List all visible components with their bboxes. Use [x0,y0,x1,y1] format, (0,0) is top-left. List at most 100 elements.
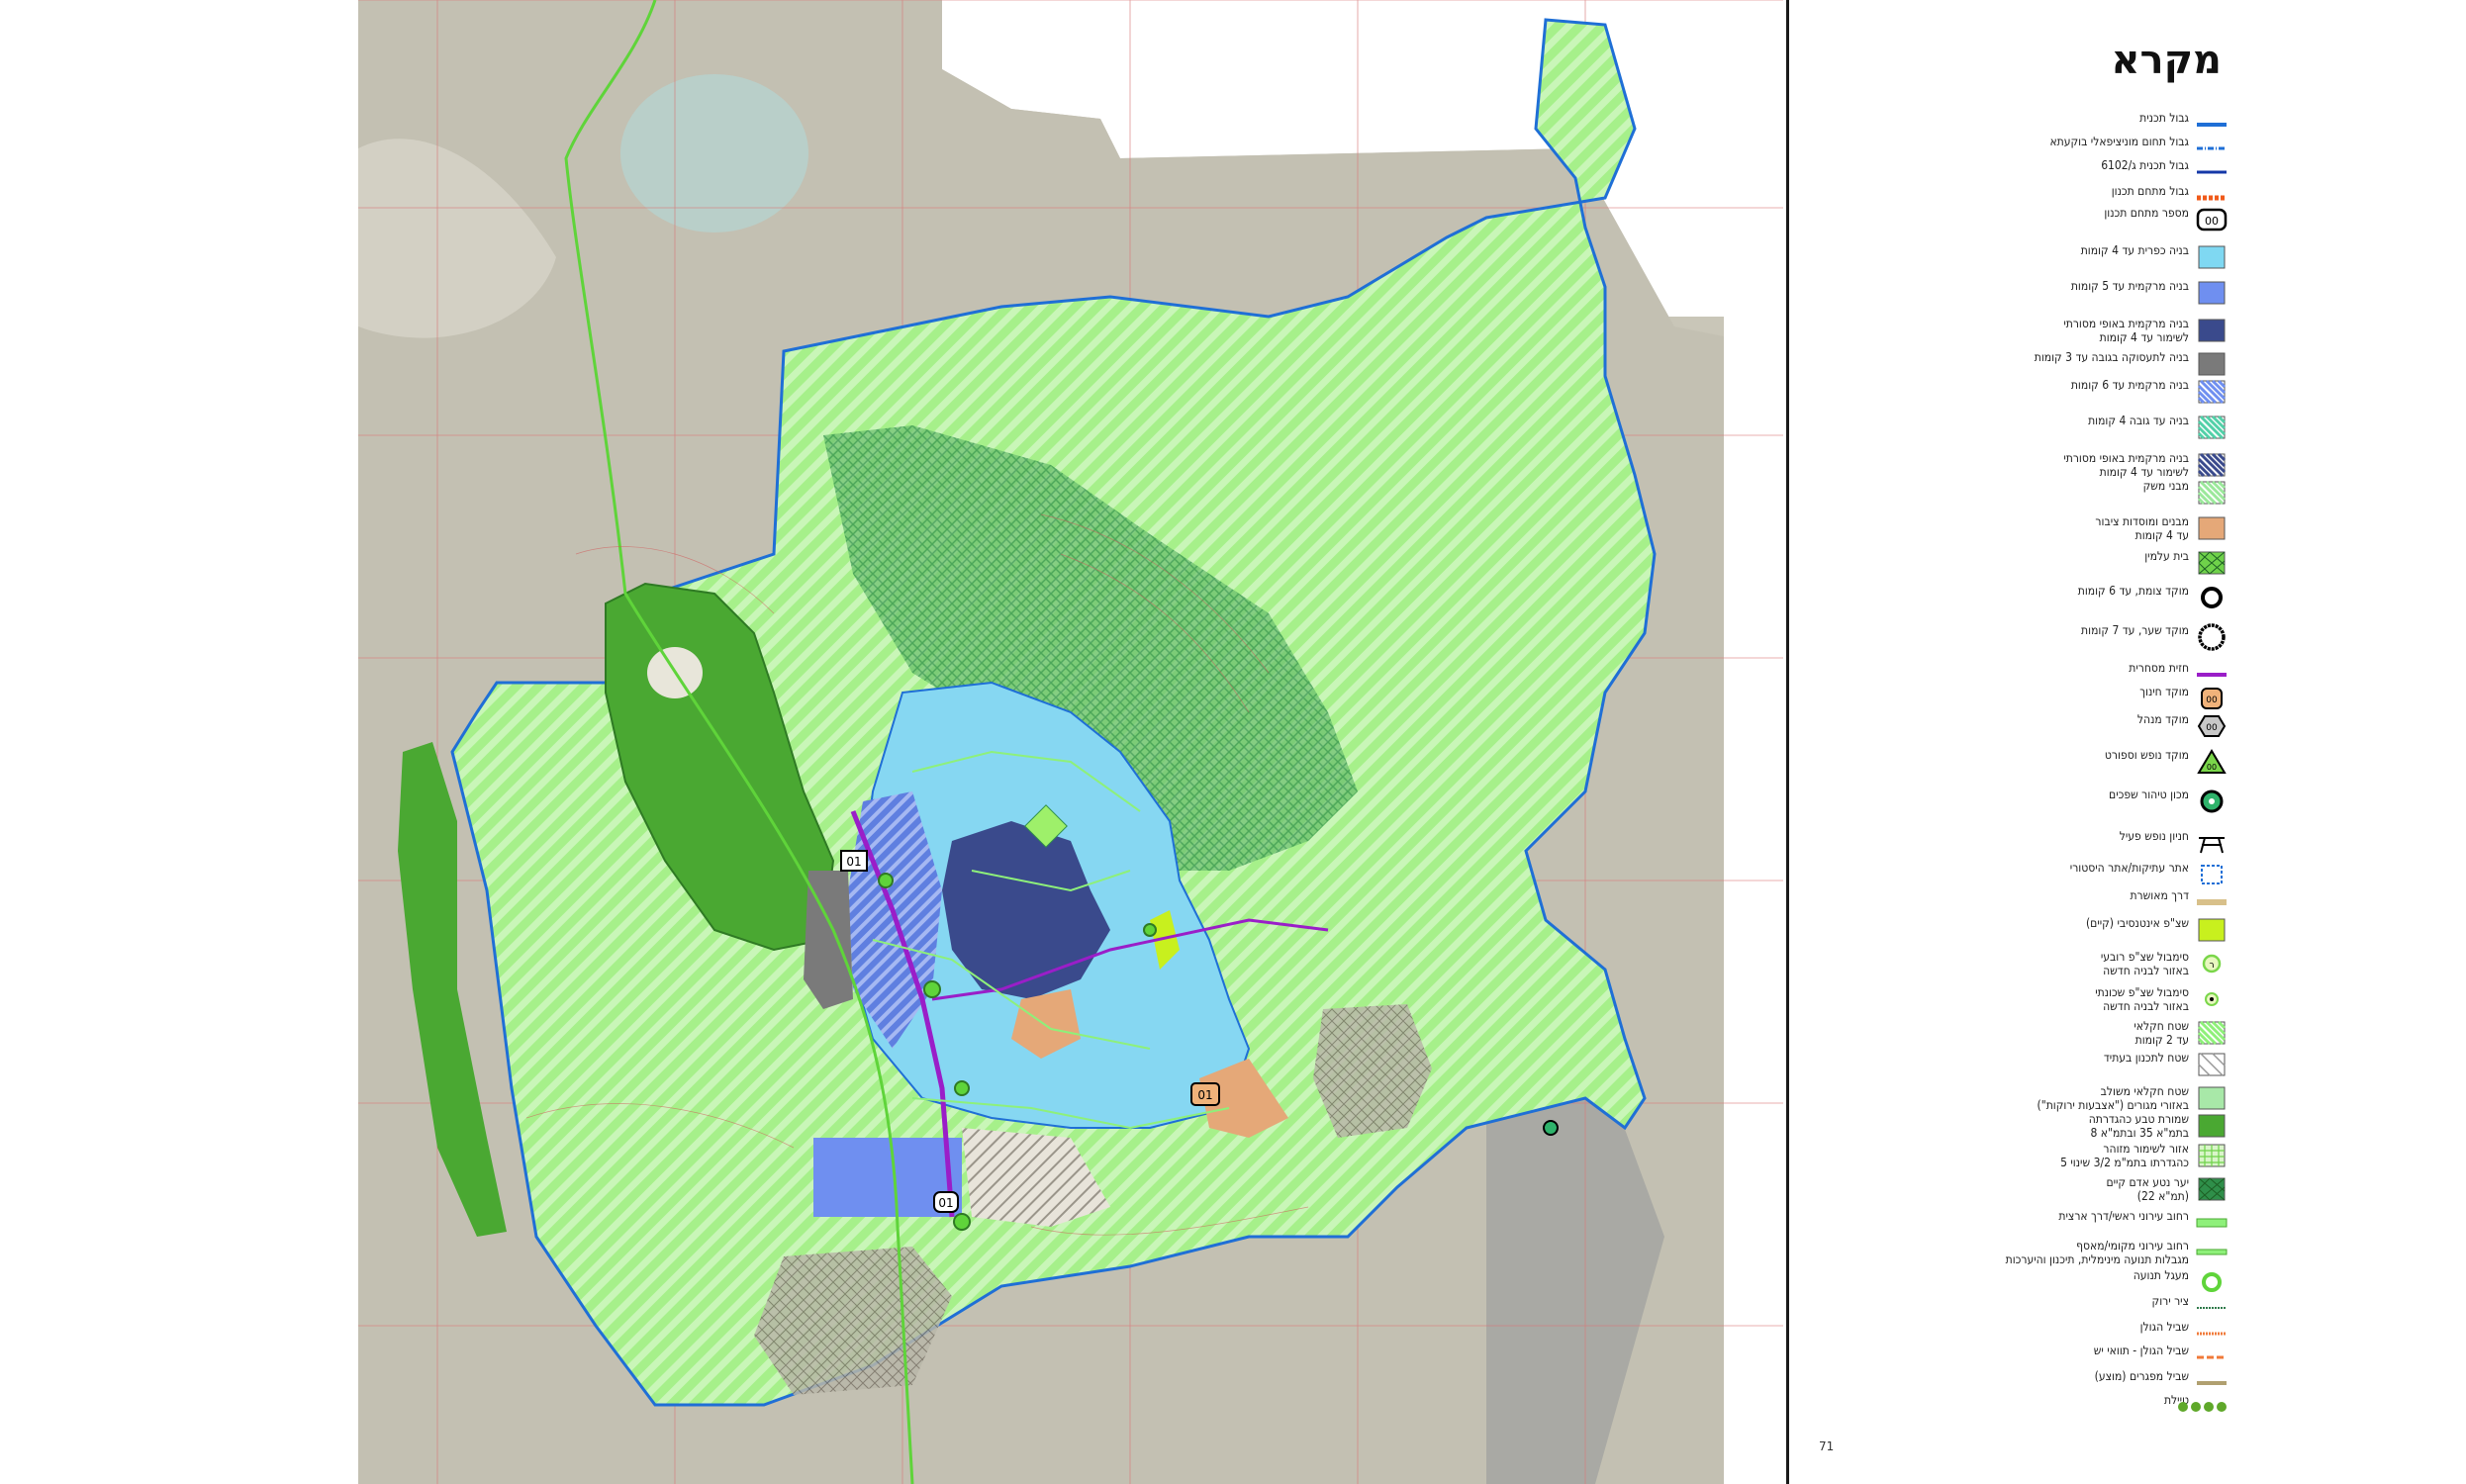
legend-item-label: סימבול שצ"פ רובעי באזור לבניה חדשה [2100,950,2189,977]
legend-item: בניה עד גובה 4 קומות [1789,414,2274,445]
legend-item-label: אזור לשימור מזוהר כהגדרתו בתמ"מ 3/2 שינו… [2060,1142,2189,1169]
legend-item-label: חניון נופש פעיל [2119,829,2189,843]
legend-item: בית עלמין [1789,549,2274,581]
swatch-icon [2195,1112,2229,1140]
legend-item: שמורת טבע כהגדרתה בתמ"א 35 ובתמ"א 8 [1789,1112,2274,1144]
hatched-swatch-icon [2195,1019,2229,1047]
ring-icon [2195,584,2229,611]
dotted-swatch-icon [2195,1084,2229,1112]
zone-number-box-icon: 00 [2195,206,2229,233]
legend-item-label: מוקד צומת, עד 6 קומות [2077,584,2189,598]
legend-item-label: רחוב עירוני ראשי/דרך ארצית [2058,1209,2189,1223]
swatch-icon [2195,243,2229,271]
legend-item: בניה כפרית עד 4 קומות [1789,243,2274,275]
svg-text:00: 00 [2206,696,2218,705]
neighbourhood-park-icon [2195,985,2229,1013]
legend-item-label: חזית מסחרית [2129,661,2189,675]
district-park-icon: ר [2195,950,2229,977]
roundabout-icon [2195,1268,2229,1296]
legend-item-label: אתר עתיקות/אתר היסטורי [2069,861,2189,875]
legend-item-label: שביל הגולן - תוואי יש [2093,1344,2189,1357]
legend-item: בניה מרקמית עד 6 קומות [1789,378,2274,410]
legend-item-label: בית עלמין [2144,549,2189,563]
main-street-line-icon [2195,1209,2229,1237]
big-ring-icon [2195,623,2229,651]
legend-item: מספר מתחם תכנון 00 [1789,206,2274,237]
swatch-icon [2195,514,2229,542]
legend-item: שטח חקלאי עד 2 קומות [1789,1019,2274,1051]
sewage-plant-icon [2195,788,2229,815]
legend-item-label: שטח חקלאי עד 2 קומות [2134,1019,2189,1047]
legend-item-label: מבני משק [2142,479,2189,493]
legend-item-label: טיילת [2163,1393,2189,1407]
swatch-icon [2195,279,2229,307]
legend-item: יער נטע אדם קיים (תמ"א 22) [1789,1175,2274,1207]
legend-item-label: דרך מאושרת [2130,888,2189,902]
legend-item: חניון נופש פעיל [1789,829,2274,861]
hatched-swatch-icon [2195,451,2229,479]
legend-item: סימבול שצ"פ רובעי באזור לבניה חדשה ר [1789,950,2274,981]
triangle-icon: 00 [2195,748,2229,776]
hatched-swatch-icon [2195,479,2229,507]
legend-item-label: שטח לתכנון בעתיד [2103,1051,2189,1065]
legend-item: טיילת [1789,1393,2274,1425]
employment-zone[interactable] [804,871,853,1009]
promenade-icon [2178,1393,2229,1421]
legend-item: מוקד נופש וספורט 00 [1789,748,2274,780]
swatch-icon [2195,916,2229,944]
legend-item-label: מוקד מנהל [2136,712,2189,726]
grey-hatched-swatch-icon [2195,1051,2229,1078]
sewage-plant-marker[interactable] [1543,1120,1559,1136]
legend-item: בניה מרקמית עד 5 קומות [1789,279,2274,311]
swatch-icon [2195,350,2229,378]
page-number: 71 [1819,1439,1835,1453]
legend-item-label: גבול מתחם תכנון [2111,184,2189,198]
legend-item-label: גבול תחום מוניציפאלי בוקעתא [2049,135,2189,148]
legend-item-label: מוקד חינוך [2139,685,2189,698]
legend-item: רחוב עירוני מקומי/מאסף מגבלות תנועה מיני… [1789,1239,2274,1270]
land-use-map[interactable]: 01 01 01 [358,0,1783,1484]
legend-item-label: גבול תכנית ג/6102 [2101,158,2189,172]
legend-item: שטח לתכנון בעתיד [1789,1051,2274,1082]
legend-item-label: בניה עד גובה 4 קומות [2088,414,2189,427]
legend-item-label: בניה מרקמית עד 5 קומות [2070,279,2189,293]
legend-item-label: מבנים ומוסדות ציבור עד 4 קומות [2095,514,2189,542]
approved-road-line-icon [2195,888,2229,916]
legend-item: אזור לשימור מזוהר כהגדרתו בתמ"מ 3/2 שינו… [1789,1142,2274,1173]
zone-marker-c-label: 01 [938,1196,953,1210]
legend-item-label: בניה לתעסוקה בגובה עד 3 קומות [2034,350,2189,364]
legend-item-label: רחוב עירוני מקומי/מאסף מגבלות תנועה מיני… [2005,1239,2189,1266]
legend-item-label: בניה מרקמית עד 6 קומות [2070,378,2189,392]
hatched-swatch-icon [2195,378,2229,406]
legend-item: בניה מרקמית באופי מסורתי לשימור עד 4 קומ… [1789,317,2274,348]
legend-item-label: בניה מרקמית באופי מסורתי לשימור עד 4 קומ… [2063,317,2189,344]
zone-marker-c[interactable]: 01 [933,1191,959,1213]
zone-marker-b[interactable]: 01 [1190,1082,1220,1106]
legend-item-label: בניה מרקמית באופי מסורתי לשימור עד 4 קומ… [2063,451,2189,479]
legend-title: מקרא [2111,38,2222,83]
golan-trail-existing-line-icon [2195,1344,2229,1371]
zone-marker-a-label: 01 [846,855,861,869]
legend-item: מוקד שער, עד 7 קומות [1789,623,2274,655]
legend-item-label: יער נטע אדם קיים (תמ"א 22) [2106,1175,2189,1203]
legend-item: מוקד צומת, עד 6 קומות [1789,584,2274,615]
legend-item: סימבול שצ"פ שכונתי באזור לבניה חדשה [1789,985,2274,1017]
legend-item: מוקד מנהל 00 [1789,712,2274,744]
legend-item: שצ"פ אינטנסיבי (קיים) [1789,916,2274,948]
legend-item-label: ציר ירוק [2151,1294,2189,1308]
svg-text:00: 00 [2207,763,2217,772]
hatched-swatch-icon [2195,414,2229,441]
cross-hatched-swatch-icon [2195,1175,2229,1203]
local-street-line-icon [2195,1239,2229,1266]
swatch-icon [2195,317,2229,344]
plan-boundary-line-thin-icon [2195,158,2229,186]
svg-text:00: 00 [2205,215,2219,228]
legend-item-label: מספר מתחם תכנון [2104,206,2189,220]
zone-marker-b-label: 01 [1197,1088,1212,1102]
legend-item-label: סימבול שצ"פ שכונתי באזור לבניה חדשה [2095,985,2189,1013]
legend-item-label: שטח חקלאי משולב באזורי מגורים ("אצבעות י… [2037,1084,2189,1112]
education-hub-icon: 00 [2195,685,2229,712]
legend-item-label: מעגל תנועה [2133,1268,2189,1282]
zone-marker-a[interactable]: 01 [840,850,868,872]
legend-item: מכון טיהור שפכים [1789,788,2274,819]
